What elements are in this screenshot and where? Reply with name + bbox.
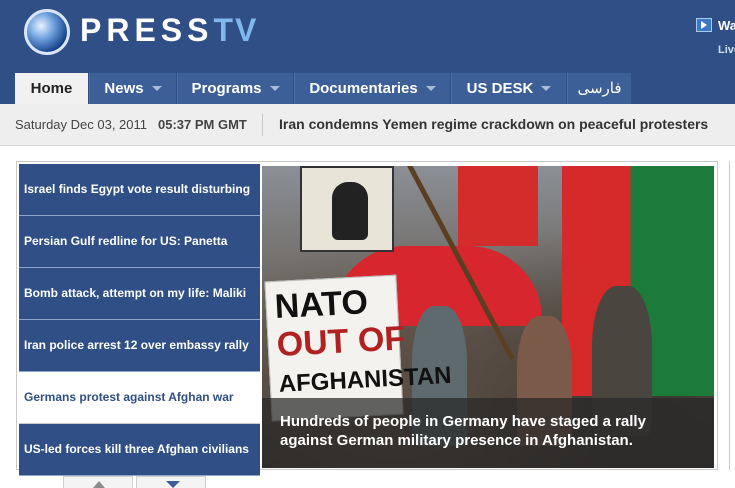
news-ticker[interactable]: Iran condemns Yemen regime crackdown on … — [279, 116, 708, 132]
watch-live-link[interactable]: Wa — [696, 18, 735, 33]
sign-line: NATO — [273, 283, 369, 327]
sign-line: OUT OF — [275, 319, 407, 364]
story-item-active[interactable]: Germans protest against Afghan war — [19, 372, 260, 424]
caption-line: Hundreds of people in Germany have stage… — [280, 413, 646, 430]
nav-home[interactable]: Home — [15, 73, 88, 104]
watch-label: Wa — [718, 18, 735, 33]
nav-programs-label: Programs — [191, 80, 262, 97]
photo-caption[interactable]: Hundreds of people in Germany have stage… — [262, 398, 714, 468]
logo-main-text: PRESS — [80, 12, 214, 48]
main-nav: Home News Programs Documentaries US DESK… — [0, 68, 735, 104]
nav-programs[interactable]: Programs — [177, 73, 293, 104]
story-item[interactable]: Iran police arrest 12 over embassy rally — [19, 320, 260, 372]
arrow-down-icon — [166, 481, 180, 488]
story-item[interactable]: Persian Gulf redline for US: Panetta — [19, 216, 260, 268]
site-logo[interactable]: PRESSTV — [80, 12, 258, 49]
live-label[interactable]: Live — [718, 44, 735, 56]
chevron-down-icon — [541, 86, 552, 91]
story-list: Israel finds Egypt vote result disturbin… — [19, 164, 260, 476]
current-date: Saturday Dec 03, 2011 — [15, 117, 148, 132]
chevron-down-icon — [425, 86, 436, 91]
divider — [262, 114, 263, 136]
side-panel-edge — [729, 161, 735, 470]
nav-news[interactable]: News — [89, 73, 176, 104]
story-item[interactable]: Israel finds Egypt vote result disturbin… — [19, 164, 260, 216]
date-ticker-bar: Saturday Dec 03, 2011 05:37 PM GMT Iran … — [0, 104, 735, 146]
caption-line: against German military presence in Afgh… — [280, 432, 633, 449]
photo-flag — [458, 166, 538, 246]
nav-news-label: News — [104, 80, 144, 97]
globe-logo-icon[interactable] — [24, 9, 70, 55]
chevron-down-icon — [151, 86, 162, 91]
chevron-down-icon — [269, 86, 280, 91]
nav-farsi[interactable]: فارسی — [567, 73, 631, 104]
nav-farsi-label: فارسی — [577, 80, 622, 97]
photo-poster — [300, 166, 394, 252]
story-item[interactable]: US-led forces kill three Afghan civilian… — [19, 424, 260, 476]
site-header: PRESSTV Wa Live — [0, 0, 735, 68]
play-icon — [696, 18, 712, 32]
nav-us-desk[interactable]: US DESK — [451, 73, 566, 104]
current-time: 05:37 PM GMT — [158, 117, 247, 132]
arrow-up-icon — [93, 481, 105, 488]
nav-documentaries[interactable]: Documentaries — [294, 73, 450, 104]
poster-portrait — [332, 182, 368, 240]
nav-us-desk-label: US DESK — [466, 80, 534, 97]
slider-up-button[interactable] — [63, 476, 133, 488]
story-item[interactable]: Bomb attack, attempt on my life: Maliki — [19, 268, 260, 320]
slider-down-button[interactable] — [136, 476, 206, 488]
nav-documentaries-label: Documentaries — [309, 80, 418, 97]
nav-home-label: Home — [30, 80, 73, 97]
logo-accent-text: TV — [213, 12, 259, 48]
